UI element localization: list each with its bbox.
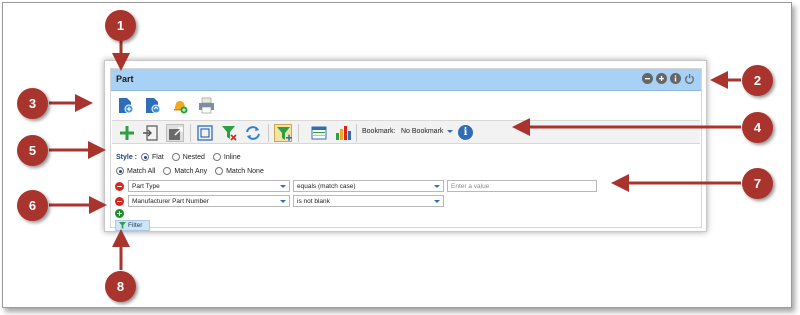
callout-1: 1 [105, 10, 136, 41]
callout-2: 2 [742, 65, 773, 96]
callout-arrows [49, 40, 741, 270]
callout-5: 5 [17, 135, 48, 166]
screenshot-stage: Part Bookmark: No Bookmark i Style: Fla… [0, 0, 800, 315]
callout-7: 7 [742, 168, 773, 199]
callout-4: 4 [742, 112, 773, 143]
callout-6: 6 [17, 190, 48, 221]
callout-8: 8 [105, 271, 136, 302]
callout-3: 3 [17, 88, 48, 119]
